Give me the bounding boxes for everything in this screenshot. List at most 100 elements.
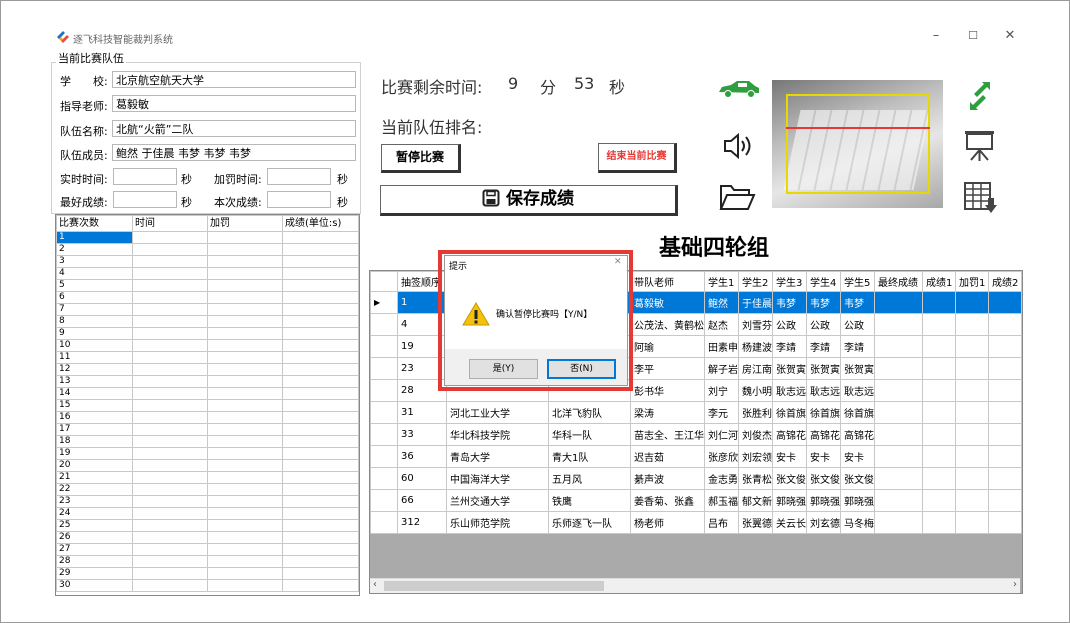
- pause-button[interactable]: 暂停比赛: [381, 144, 461, 173]
- team-cell[interactable]: 关云长: [772, 511, 807, 534]
- attempt-cell[interactable]: [282, 375, 359, 388]
- attempt-cell[interactable]: [282, 471, 359, 484]
- team-cell[interactable]: [988, 467, 1022, 490]
- attempt-cell[interactable]: [132, 483, 208, 496]
- attempt-row[interactable]: 19: [56, 447, 359, 460]
- row-header[interactable]: [370, 445, 398, 468]
- team-cell[interactable]: [988, 489, 1022, 512]
- team-cell[interactable]: [922, 379, 956, 402]
- attempt-cell[interactable]: [207, 519, 283, 532]
- team-cell[interactable]: 安卡: [772, 445, 807, 468]
- attempt-row[interactable]: 14: [56, 387, 359, 400]
- attempt-cell[interactable]: 11: [56, 351, 133, 364]
- team-cell[interactable]: 苗志全、王江华: [630, 423, 705, 446]
- attempt-cell[interactable]: [282, 255, 359, 268]
- team-cell[interactable]: [874, 291, 923, 314]
- attempt-cell[interactable]: [282, 459, 359, 472]
- team-cell[interactable]: [922, 445, 956, 468]
- attempt-cell[interactable]: [132, 339, 208, 352]
- attempt-cell[interactable]: [282, 327, 359, 340]
- team-cell[interactable]: 青岛大学: [446, 445, 549, 468]
- attempt-cell[interactable]: 6: [56, 291, 133, 304]
- team-cell[interactable]: 李靖: [772, 335, 807, 358]
- attempt-cell[interactable]: [207, 495, 283, 508]
- team-cell[interactable]: [922, 489, 956, 512]
- team-cell[interactable]: 姜香菊、张鑫: [630, 489, 705, 512]
- attempt-cell[interactable]: 26: [56, 531, 133, 544]
- attempts-grid[interactable]: 比赛次数 时间 加罚 成绩(单位:s) 1 2 3 4 5 6 7 8 9 10 11 12 13 14 1…: [55, 214, 360, 596]
- car-icon[interactable]: [717, 79, 761, 99]
- team-name-field[interactable]: 北航“火箭”二队: [112, 120, 356, 137]
- row-header[interactable]: [370, 335, 398, 358]
- attempt-cell[interactable]: [207, 567, 283, 580]
- team-cell[interactable]: [988, 445, 1022, 468]
- team-cell[interactable]: 乐山师范学院: [446, 511, 549, 534]
- team-cell[interactable]: 312: [397, 511, 447, 534]
- team-cell[interactable]: [955, 313, 989, 336]
- team-cell[interactable]: 高锦花: [806, 423, 841, 446]
- scroll-left-icon[interactable]: ‹: [373, 579, 377, 590]
- row-header[interactable]: ▶: [370, 291, 398, 314]
- school-field[interactable]: 北京航空航天大学: [112, 71, 356, 88]
- attempt-cell[interactable]: [207, 231, 283, 244]
- attempt-cell[interactable]: [282, 555, 359, 568]
- column-header[interactable]: 加罚1: [955, 271, 989, 292]
- attempt-cell[interactable]: 9: [56, 327, 133, 340]
- team-cell[interactable]: 赵杰: [704, 313, 739, 336]
- row-header[interactable]: [370, 511, 398, 534]
- attempt-cell[interactable]: [207, 435, 283, 448]
- attempt-cell[interactable]: 20: [56, 459, 133, 472]
- attempt-cell[interactable]: [207, 243, 283, 256]
- attempt-cell[interactable]: 29: [56, 567, 133, 580]
- row-header[interactable]: [370, 423, 398, 446]
- team-cell[interactable]: 李元: [704, 401, 739, 424]
- attempt-cell[interactable]: [207, 507, 283, 520]
- team-cell[interactable]: [874, 489, 923, 512]
- team-cell[interactable]: 公茂法、黄鹤松: [630, 313, 705, 336]
- row-header[interactable]: [370, 379, 398, 402]
- attempt-cell[interactable]: 23: [56, 495, 133, 508]
- team-cell[interactable]: 杨老师: [630, 511, 705, 534]
- team-cell[interactable]: [922, 467, 956, 490]
- attempt-cell[interactable]: [132, 399, 208, 412]
- team-cell[interactable]: 梁涛: [630, 401, 705, 424]
- column-header[interactable]: 学生1: [704, 271, 739, 292]
- team-row[interactable]: 66 兰州交通大学 铁鹰 姜香菊、张鑫 郝玉福 郁文新 郭晓强 郭晓强 郭晓强: [370, 489, 1022, 512]
- team-cell[interactable]: 公政: [806, 313, 841, 336]
- team-cell[interactable]: 刘雪芬: [738, 313, 773, 336]
- scrollbar-thumb[interactable]: [384, 581, 604, 591]
- attempt-cell[interactable]: [207, 267, 283, 280]
- team-cell[interactable]: 马冬梅: [840, 511, 875, 534]
- attempt-cell[interactable]: [207, 315, 283, 328]
- attempt-cell[interactable]: [207, 459, 283, 472]
- attempt-cell[interactable]: [282, 267, 359, 280]
- attempt-cell[interactable]: [207, 423, 283, 436]
- attempt-cell[interactable]: [207, 411, 283, 424]
- attempt-cell[interactable]: [132, 387, 208, 400]
- attempt-cell[interactable]: [132, 555, 208, 568]
- attempt-cell[interactable]: [282, 423, 359, 436]
- team-cell[interactable]: [955, 401, 989, 424]
- team-cell[interactable]: 公政: [772, 313, 807, 336]
- team-row[interactable]: 312 乐山师范学院 乐师逐飞一队 杨老师 吕布 张翼德 关云长 刘玄德 马冬梅: [370, 511, 1022, 534]
- attempt-cell[interactable]: [132, 423, 208, 436]
- attempt-cell[interactable]: [282, 567, 359, 580]
- attempt-row[interactable]: 8: [56, 315, 359, 328]
- team-cell[interactable]: 安卡: [806, 445, 841, 468]
- attempt-cell[interactable]: [207, 339, 283, 352]
- team-cell[interactable]: [874, 511, 923, 534]
- attempt-cell[interactable]: [207, 351, 283, 364]
- attempt-cell[interactable]: [132, 351, 208, 364]
- attempt-cell[interactable]: [282, 579, 359, 592]
- team-cell[interactable]: 刘宏领: [738, 445, 773, 468]
- team-cell[interactable]: 五月风: [548, 467, 631, 490]
- attempt-row[interactable]: 26: [56, 531, 359, 544]
- attempt-row[interactable]: 2: [56, 243, 359, 256]
- team-cell[interactable]: 高锦花: [840, 423, 875, 446]
- attempt-cell[interactable]: [282, 387, 359, 400]
- team-cell[interactable]: 张文俊: [840, 467, 875, 490]
- attempt-cell[interactable]: [282, 303, 359, 316]
- team-cell[interactable]: 张彦欣: [704, 445, 739, 468]
- attempt-row[interactable]: 22: [56, 483, 359, 496]
- save-score-button[interactable]: 保存成绩: [380, 185, 678, 216]
